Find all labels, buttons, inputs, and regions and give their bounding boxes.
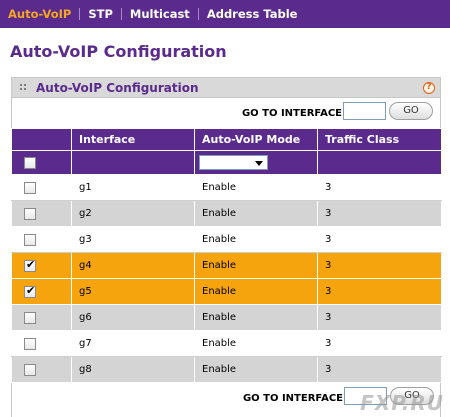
bulk-mode-select[interactable] [199, 155, 268, 170]
mode-cell: Enable [194, 304, 318, 331]
bulk-interface-cell [71, 150, 195, 175]
mode-cell: Enable [194, 330, 318, 357]
nav-address-table[interactable]: Address Table [199, 0, 306, 28]
select-all-checkbox[interactable] [24, 156, 36, 169]
nav-multicast[interactable]: Multicast [122, 0, 198, 28]
interface-cell: g4 [71, 252, 195, 279]
table-row[interactable]: g6 Enable 3 [11, 304, 442, 331]
nav-auto-voip[interactable]: Auto-VoIP [0, 0, 79, 28]
traffic-class-cell: 3 [317, 304, 442, 331]
traffic-class-cell: 3 [317, 330, 442, 357]
bulk-edit-row [11, 150, 442, 175]
table-row[interactable]: g1 Enable 3 [11, 174, 442, 201]
traffic-class-cell: 3 [317, 356, 442, 383]
help-icon[interactable]: ? [423, 82, 435, 94]
panel-header: Auto-VoIP Configuration ? [12, 78, 440, 98]
row-checkbox-checked[interactable] [24, 258, 36, 272]
column-header-select [11, 128, 72, 151]
table-row[interactable]: g8 Enable 3 [11, 356, 442, 383]
table-row[interactable]: g3 Enable 3 [11, 226, 442, 253]
row-checkbox[interactable] [24, 311, 36, 324]
traffic-class-cell: 3 [317, 174, 442, 201]
interface-cell: g1 [71, 174, 195, 201]
interface-cell: g8 [71, 356, 195, 383]
bulk-traffic-class-cell [317, 150, 442, 175]
panel-title: Auto-VoIP Configuration [36, 80, 199, 95]
column-header-mode: Auto-VoIP Mode [194, 128, 318, 151]
interface-cell: g6 [71, 304, 195, 331]
goto-interface-top: GO TO INTERFACE GO [12, 98, 440, 128]
goto-interface-input[interactable] [343, 102, 386, 120]
row-checkbox[interactable] [24, 207, 36, 220]
row-checkbox-checked[interactable] [24, 284, 36, 298]
goto-interface-label: GO TO INTERFACE [242, 393, 343, 404]
table-row-selected[interactable]: g4 Enable 3 [11, 252, 442, 279]
goto-interface-label: GO TO INTERFACE [241, 108, 342, 119]
column-header-interface: Interface [71, 128, 195, 151]
traffic-class-cell: 3 [317, 200, 442, 227]
row-checkbox[interactable] [24, 233, 36, 246]
traffic-class-cell: 3 [317, 252, 442, 279]
grip-icon [20, 83, 30, 92]
mode-cell: Enable [194, 356, 318, 383]
watermark: FXP.RU [360, 391, 444, 415]
mode-cell: Enable [194, 174, 318, 201]
interface-cell: g5 [71, 278, 195, 305]
mode-cell: Enable [194, 278, 318, 305]
table-row-selected[interactable]: g5 Enable 3 [11, 278, 442, 305]
row-checkbox[interactable] [24, 363, 36, 376]
interface-cell: g7 [71, 330, 195, 357]
mode-cell: Enable [194, 252, 318, 279]
row-checkbox[interactable] [24, 337, 36, 350]
mode-cell: Enable [194, 226, 318, 253]
auto-voip-table: Interface Auto-VoIP Mode Traffic Class g… [11, 128, 442, 383]
interface-cell: g2 [71, 200, 195, 227]
mode-cell: Enable [194, 200, 318, 227]
top-navigation: Auto-VoIP STP Multicast Address Table [0, 0, 450, 28]
traffic-class-cell: 3 [317, 278, 442, 305]
config-panel: Auto-VoIP Configuration ? GO TO INTERFAC… [11, 77, 442, 417]
nav-stp[interactable]: STP [80, 0, 121, 28]
interface-cell: g3 [71, 226, 195, 253]
traffic-class-cell: 3 [317, 226, 442, 253]
chevron-down-icon [255, 161, 263, 166]
row-checkbox[interactable] [24, 181, 36, 194]
table-row[interactable]: g2 Enable 3 [11, 200, 442, 227]
table-row[interactable]: g7 Enable 3 [11, 330, 442, 357]
go-button[interactable]: GO [389, 102, 433, 120]
page-title: Auto-VoIP Configuration [10, 42, 227, 61]
column-header-traffic-class: Traffic Class [317, 128, 442, 151]
